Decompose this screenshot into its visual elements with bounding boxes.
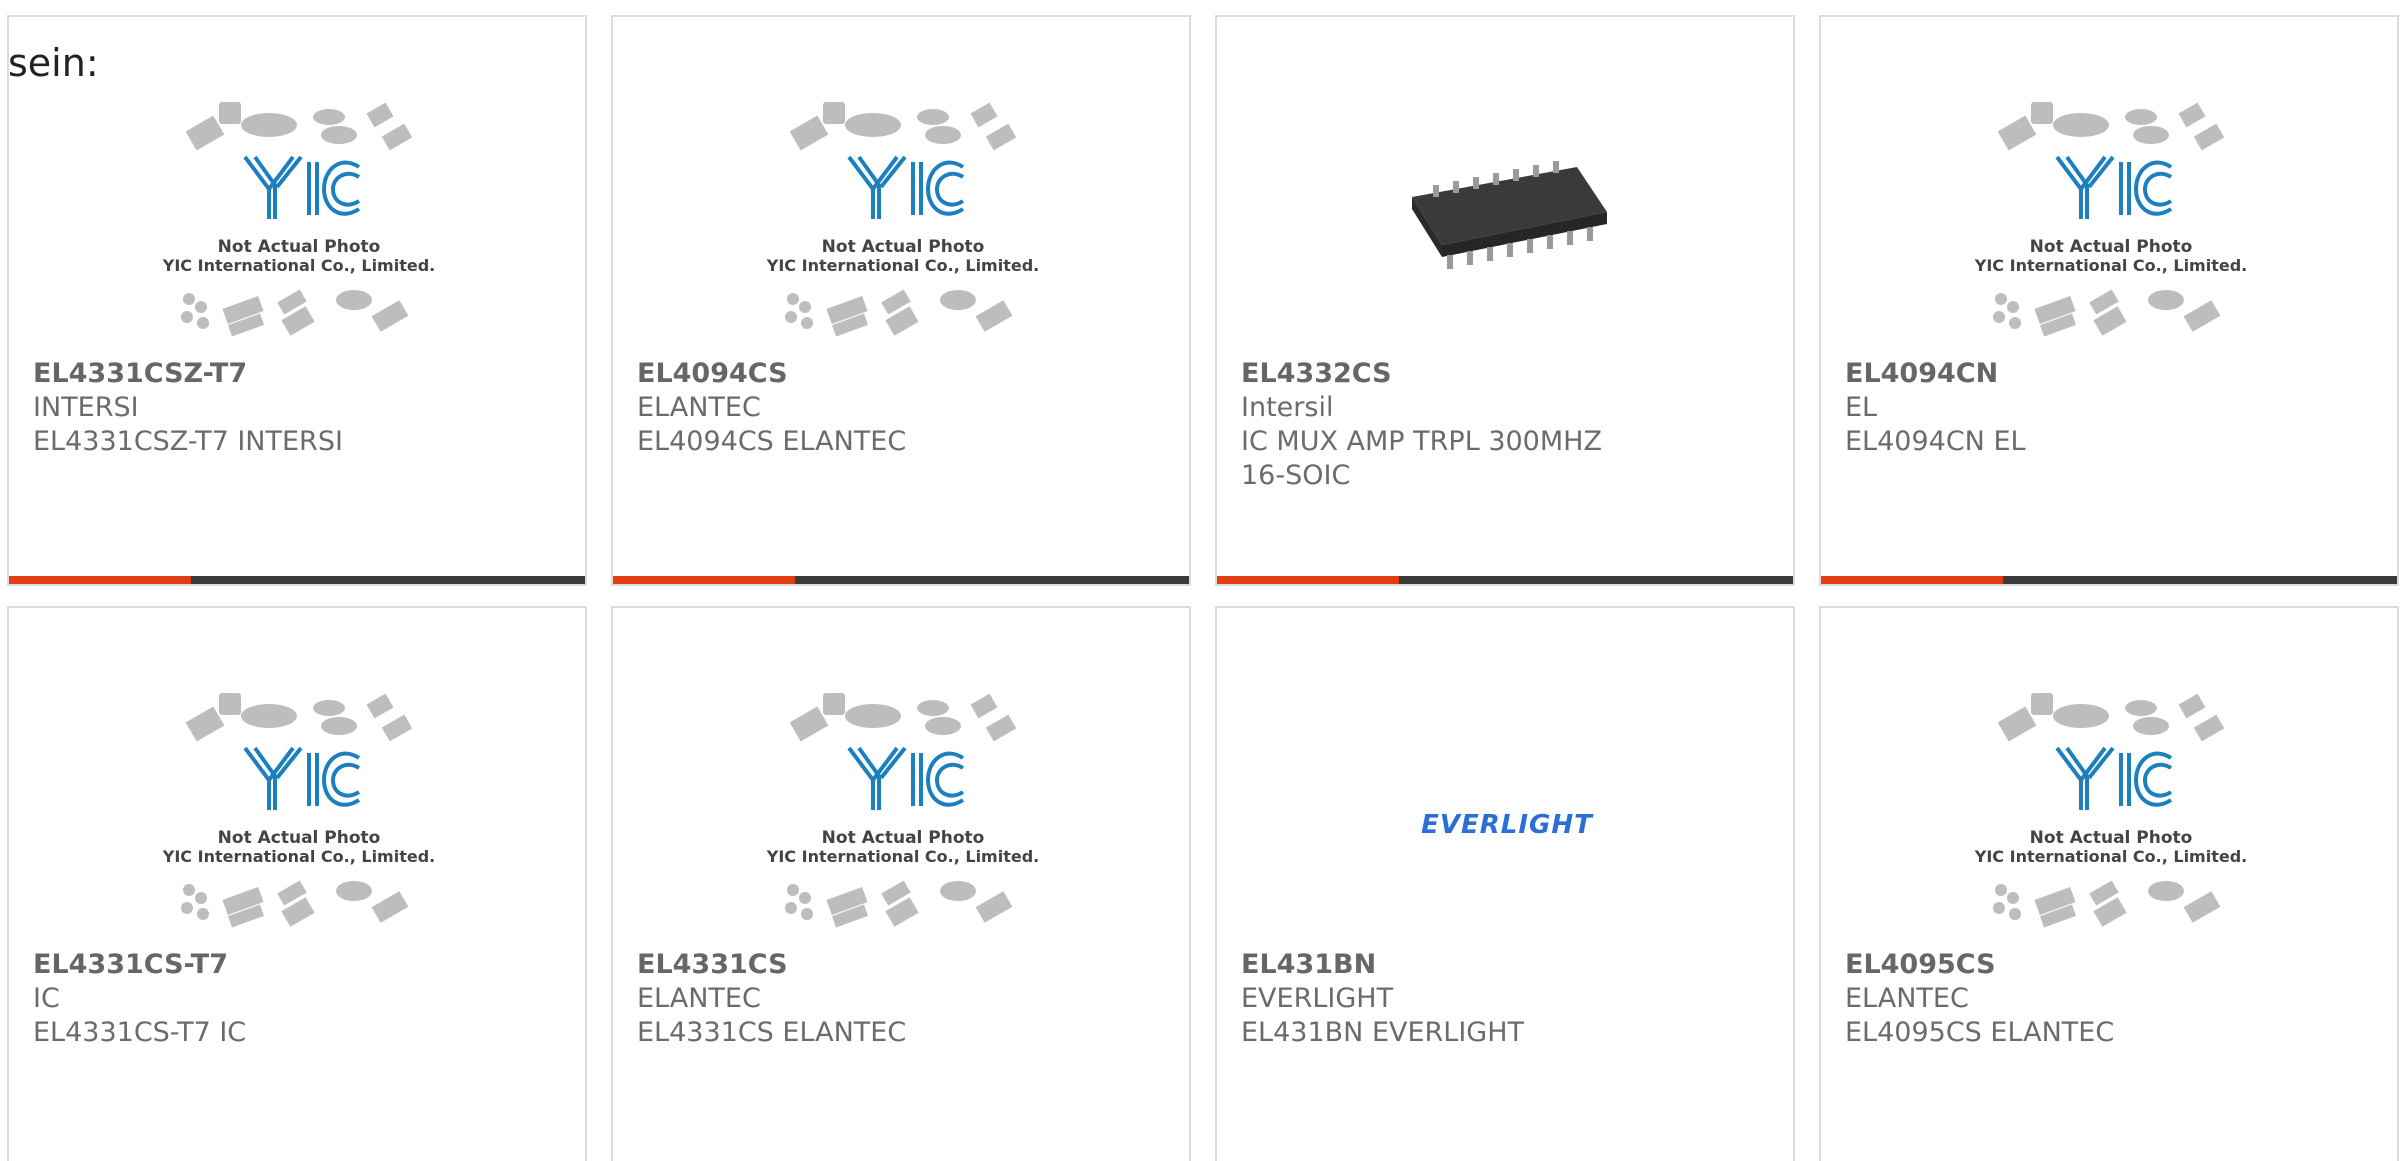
description: EL4331CS-T7 IC bbox=[33, 1017, 247, 1048]
description: EL4094CN EL bbox=[1845, 426, 2026, 457]
product-image-yic-placeholder: Not Actual Photo YIC International Co., … bbox=[159, 97, 439, 367]
card-bar-accent bbox=[613, 576, 795, 584]
product-card[interactable]: Not Actual Photo YIC International Co., … bbox=[611, 15, 1191, 586]
placeholder-line-2: YIC International Co., Limited. bbox=[766, 256, 1039, 275]
placeholder-line-2: YIC International Co., Limited. bbox=[1974, 847, 2247, 866]
placeholder-line-1: Not Actual Photo bbox=[218, 237, 381, 257]
product-info: EL431BN EVERLIGHT EL431BN EVERLIGHT bbox=[1241, 948, 1761, 1050]
card-bottom-bar bbox=[1217, 576, 1793, 584]
product-info: EL4331CS ELANTEC EL4331CS ELANTEC bbox=[637, 948, 1157, 1050]
product-card[interactable]: Not Actual Photo YIC International Co., … bbox=[7, 15, 587, 586]
product-card[interactable]: Not Actual Photo YIC International Co., … bbox=[7, 606, 587, 1161]
product-info: EL4094CS ELANTEC EL4094CS ELANTEC bbox=[637, 357, 1157, 459]
placeholder-line-2: YIC International Co., Limited. bbox=[766, 847, 1039, 866]
part-number[interactable]: EL4331CS-T7 bbox=[33, 948, 553, 982]
everlight-logo-text: EVERLIGHT bbox=[1421, 810, 1594, 840]
product-image-yic-placeholder: Not Actual Photo YIC International Co., … bbox=[763, 688, 1043, 958]
part-number[interactable]: EL4094CS bbox=[637, 357, 1157, 391]
part-number[interactable]: EL4095CS bbox=[1845, 948, 2365, 982]
product-info: EL4331CSZ-T7 INTERSI EL4331CSZ-T7 INTERS… bbox=[33, 357, 553, 459]
product-card[interactable]: Not Actual Photo YIC International Co., … bbox=[1819, 15, 2399, 586]
part-number[interactable]: EL4332CS bbox=[1241, 357, 1761, 391]
placeholder-line-1: Not Actual Photo bbox=[2030, 237, 2193, 257]
product-card[interactable]: Not Actual Photo YIC International Co., … bbox=[611, 606, 1191, 1161]
manufacturer: EVERLIGHT bbox=[1241, 983, 1394, 1014]
product-info: EL4095CS ELANTEC EL4095CS ELANTEC bbox=[1845, 948, 2365, 1050]
manufacturer: EL bbox=[1845, 392, 1878, 423]
placeholder-line-1: Not Actual Photo bbox=[822, 237, 985, 257]
product-card[interactable]: Not Actual Photo YIC International Co., … bbox=[1819, 606, 2399, 1161]
product-image-yic-placeholder: Not Actual Photo YIC International Co., … bbox=[1971, 97, 2251, 367]
placeholder-line-2: YIC International Co., Limited. bbox=[1974, 256, 2247, 275]
description: EL4095CS ELANTEC bbox=[1845, 1017, 2115, 1048]
product-image-soic-chip bbox=[1367, 97, 1647, 367]
card-bottom-bar bbox=[9, 576, 585, 584]
part-number[interactable]: EL4331CSZ-T7 bbox=[33, 357, 553, 391]
section-heading: sein: bbox=[8, 41, 99, 85]
card-bar-accent bbox=[1821, 576, 2003, 584]
product-info: EL4094CN EL EL4094CN EL bbox=[1845, 357, 2365, 459]
product-listing-page: sein: Not Actual Photo YIC International… bbox=[0, 0, 2400, 1161]
card-bottom-bar bbox=[613, 576, 1189, 584]
manufacturer: ELANTEC bbox=[637, 983, 761, 1014]
manufacturer: INTERSI bbox=[33, 392, 139, 423]
product-grid: Not Actual Photo YIC International Co., … bbox=[7, 15, 2399, 1161]
part-number[interactable]: EL4094CN bbox=[1845, 357, 2365, 391]
product-card[interactable]: EL4332CS Intersil IC MUX AMP TRPL 300MHZ… bbox=[1215, 15, 1795, 586]
placeholder-line-1: Not Actual Photo bbox=[822, 828, 985, 848]
description: EL431BN EVERLIGHT bbox=[1241, 1017, 1525, 1048]
manufacturer: IC bbox=[33, 983, 60, 1014]
card-bar-accent bbox=[1217, 576, 1399, 584]
product-info: EL4332CS Intersil IC MUX AMP TRPL 300MHZ… bbox=[1241, 357, 1761, 493]
product-info: EL4331CS-T7 IC EL4331CS-T7 IC bbox=[33, 948, 553, 1050]
card-bottom-bar bbox=[1821, 576, 2397, 584]
manufacturer: ELANTEC bbox=[637, 392, 761, 423]
placeholder-line-1: Not Actual Photo bbox=[218, 828, 381, 848]
description: EL4094CS ELANTEC bbox=[637, 426, 907, 457]
card-bar-accent bbox=[9, 576, 191, 584]
placeholder-line-2: YIC International Co., Limited. bbox=[162, 847, 435, 866]
description: IC MUX AMP TRPL 300MHZ 16-SOIC bbox=[1241, 426, 1602, 491]
product-image-yic-placeholder: Not Actual Photo YIC International Co., … bbox=[763, 97, 1043, 367]
product-image-yic-placeholder: Not Actual Photo YIC International Co., … bbox=[1971, 688, 2251, 958]
description: EL4331CSZ-T7 INTERSI bbox=[33, 426, 343, 457]
manufacturer: ELANTEC bbox=[1845, 983, 1969, 1014]
placeholder-line-1: Not Actual Photo bbox=[2030, 828, 2193, 848]
product-card[interactable]: EVERLIGHT EL431BN EVERLIGHT EL431BN EVER… bbox=[1215, 606, 1795, 1161]
placeholder-line-2: YIC International Co., Limited. bbox=[162, 256, 435, 275]
part-number[interactable]: EL4331CS bbox=[637, 948, 1157, 982]
part-number[interactable]: EL431BN bbox=[1241, 948, 1761, 982]
description: EL4331CS ELANTEC bbox=[637, 1017, 907, 1048]
product-image-yic-placeholder: Not Actual Photo YIC International Co., … bbox=[159, 688, 439, 958]
product-image-everlight-logo: EVERLIGHT bbox=[1367, 688, 1647, 958]
manufacturer: Intersil bbox=[1241, 392, 1334, 423]
